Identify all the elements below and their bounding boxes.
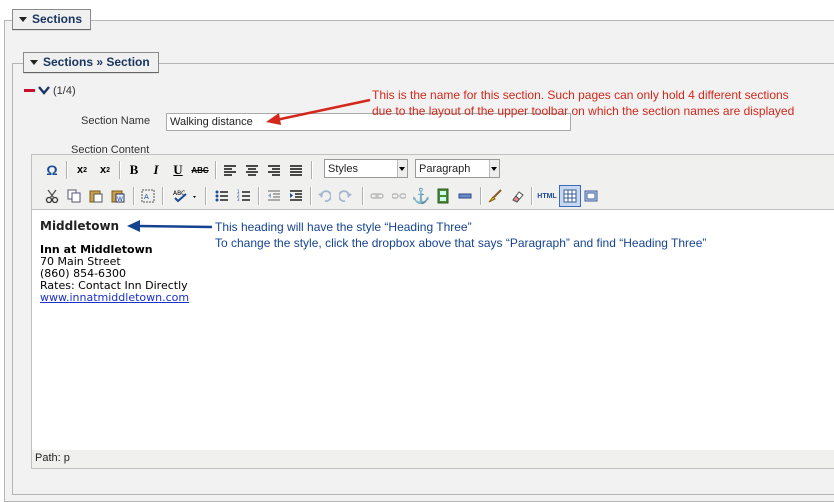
cut-icon[interactable]	[42, 186, 62, 206]
toolbar-separator	[258, 187, 260, 205]
collapse-triangle-icon	[30, 60, 38, 65]
toolbar-separator	[133, 187, 135, 205]
toolbar-separator	[66, 161, 68, 179]
editor-statusbar	[31, 450, 834, 469]
blue-arrow-icon	[127, 220, 213, 232]
strikethrough-icon[interactable]: ABC	[190, 160, 210, 180]
fullscreen-icon[interactable]	[581, 186, 601, 206]
annotation-section-name-line1: This is the name for this section. Such …	[372, 88, 789, 102]
underline-icon[interactable]: U	[168, 160, 188, 180]
html-source-label: HTML	[537, 192, 557, 200]
align-justify-icon[interactable]	[286, 160, 306, 180]
format-select[interactable]: Paragraph	[415, 159, 500, 178]
superscript-icon[interactable]: x2	[95, 160, 115, 180]
dropdown-arrow-icon	[489, 160, 499, 177]
styles-select-value: Styles	[328, 163, 358, 175]
toolbar-separator	[362, 187, 364, 205]
annotation-heading-line2: To change the style, click the dropbox a…	[215, 236, 707, 250]
anchor-icon[interactable]: ⚓	[411, 186, 431, 206]
annotation-section-name-line2: due to the layout of the upper toolbar o…	[372, 104, 795, 118]
toolbar-separator	[480, 187, 482, 205]
toolbar-separator	[310, 187, 312, 205]
remove-icon[interactable]	[24, 89, 35, 92]
annotation-heading-line1: This heading will have the style “Headin…	[215, 220, 472, 234]
remove-format-icon[interactable]	[507, 186, 527, 206]
red-arrow-icon	[266, 98, 371, 125]
link-icon[interactable]	[367, 186, 387, 206]
sections-legend[interactable]: Sections	[12, 9, 92, 30]
section-counter: (1/4)	[53, 85, 76, 97]
paste-word-icon[interactable]: W	[108, 186, 128, 206]
svg-text:A: A	[144, 193, 149, 201]
format-select-value: Paragraph	[419, 163, 471, 175]
horizontal-rule-icon[interactable]	[455, 186, 475, 206]
outdent-icon[interactable]	[264, 186, 284, 206]
special-char-icon[interactable]: Ω	[42, 160, 62, 180]
chevron-down-icon[interactable]	[38, 84, 50, 96]
toolbar-separator	[311, 161, 313, 179]
select-all-icon[interactable]: A	[138, 186, 158, 206]
unlink-icon[interactable]	[389, 186, 409, 206]
sections-legend-label: Sections	[32, 12, 83, 26]
dropdown-arrow-icon	[397, 160, 407, 177]
align-right-icon[interactable]	[264, 160, 284, 180]
toolbar-separator	[205, 187, 207, 205]
toolbar-separator	[531, 187, 533, 205]
svg-text:3: 3	[237, 197, 240, 202]
element-path: Path: p	[35, 452, 70, 464]
align-center-icon[interactable]	[242, 160, 262, 180]
bullet-list-icon[interactable]	[212, 186, 232, 206]
cleanup-icon[interactable]	[485, 186, 505, 206]
spellcheck-icon[interactable]: ABC	[170, 186, 200, 206]
toolbar-separator	[162, 187, 164, 205]
html-source-button[interactable]: HTML	[535, 186, 559, 206]
italic-icon[interactable]: I	[146, 160, 166, 180]
collapse-triangle-icon	[19, 17, 27, 22]
section-legend[interactable]: Sections » Section	[23, 52, 159, 73]
subscript-icon[interactable]: x2	[72, 160, 92, 180]
copy-icon[interactable]	[64, 186, 84, 206]
undo-icon[interactable]	[314, 186, 334, 206]
section-legend-label: Sections » Section	[43, 55, 150, 69]
table-icon[interactable]	[559, 185, 581, 207]
redo-icon[interactable]	[336, 186, 356, 206]
bold-icon[interactable]: B	[124, 160, 144, 180]
toolbar-separator	[215, 161, 217, 179]
numbered-list-icon[interactable]: 123	[234, 186, 254, 206]
paste-icon[interactable]	[86, 186, 106, 206]
styles-select[interactable]: Styles	[324, 159, 408, 178]
svg-text:W: W	[117, 196, 123, 203]
indent-icon[interactable]	[286, 186, 306, 206]
content-heading: Middletown	[40, 219, 120, 233]
content-link[interactable]: www.innatmiddletown.com	[40, 292, 189, 304]
section-name-label: Section Name	[81, 115, 151, 127]
toolbar-separator	[119, 161, 121, 179]
media-icon[interactable]	[433, 186, 453, 206]
align-left-icon[interactable]	[220, 160, 240, 180]
